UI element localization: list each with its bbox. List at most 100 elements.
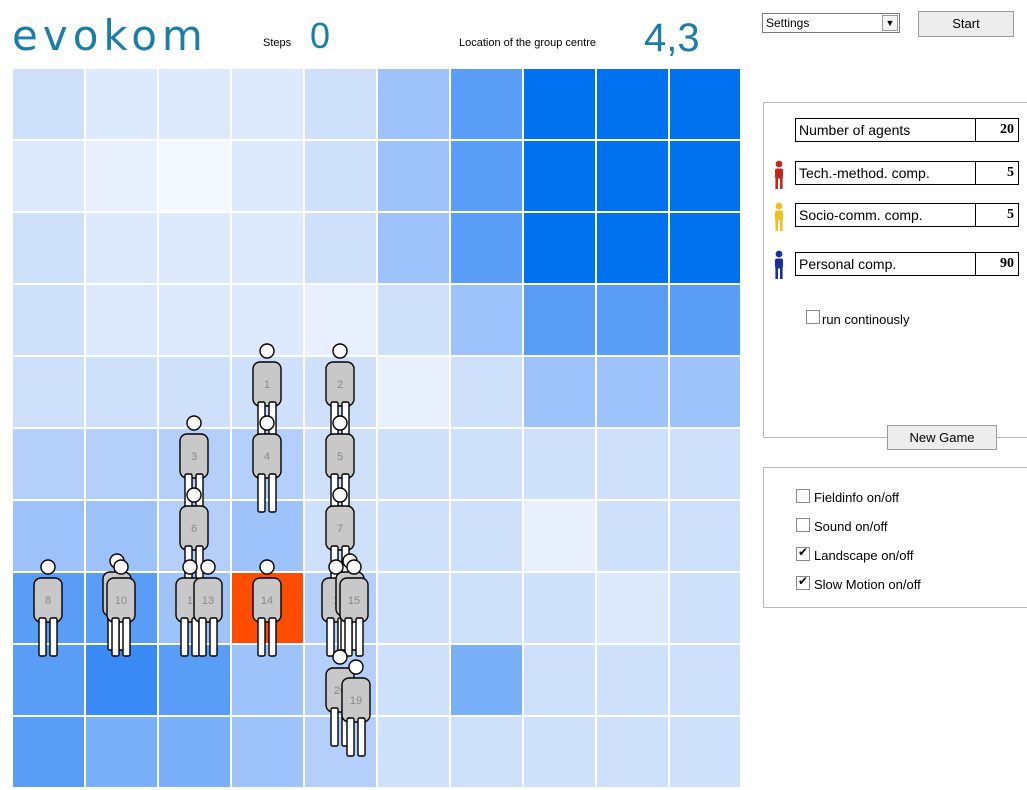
board-cell[interactable] <box>378 285 449 355</box>
board-cell[interactable] <box>524 69 595 139</box>
board-cell[interactable] <box>670 645 740 715</box>
board-cell[interactable] <box>670 429 740 499</box>
board-cell[interactable] <box>597 645 668 715</box>
board-cell[interactable] <box>670 573 740 643</box>
board-cell[interactable] <box>451 429 522 499</box>
board-cell[interactable] <box>670 285 740 355</box>
board-cell[interactable] <box>13 717 84 787</box>
board-cell[interactable] <box>13 429 84 499</box>
agent-icon[interactable]: 10 <box>104 558 138 658</box>
board-cell[interactable] <box>13 141 84 211</box>
board-cell[interactable] <box>159 717 230 787</box>
board-cell[interactable] <box>524 285 595 355</box>
board-cell[interactable] <box>597 573 668 643</box>
board-cell[interactable] <box>232 717 303 787</box>
agent-icon[interactable]: 8 <box>31 558 65 658</box>
board-cell[interactable] <box>159 213 230 283</box>
board-cell[interactable] <box>86 357 157 427</box>
board-cell[interactable] <box>378 501 449 571</box>
board-cell[interactable] <box>378 141 449 211</box>
board-cell[interactable] <box>451 645 522 715</box>
board-cell[interactable] <box>378 357 449 427</box>
board-cell[interactable] <box>13 357 84 427</box>
board-cell[interactable] <box>86 285 157 355</box>
board-cell[interactable] <box>305 141 376 211</box>
board-cell[interactable] <box>13 69 84 139</box>
board-cell[interactable] <box>670 717 740 787</box>
number-of-agents-value[interactable]: 20 <box>1000 122 1014 138</box>
start-button[interactable]: Start <box>918 11 1014 37</box>
board-cell[interactable] <box>451 213 522 283</box>
board-cell[interactable] <box>670 501 740 571</box>
board-cell[interactable] <box>378 717 449 787</box>
agent-icon[interactable]: 14 <box>250 558 284 658</box>
tech-method-comp-value[interactable]: 5 <box>1007 165 1014 181</box>
landscape-checkbox[interactable] <box>796 545 810 561</box>
board-cell[interactable] <box>159 69 230 139</box>
personal-comp-value[interactable]: 90 <box>1000 256 1014 272</box>
board-cell[interactable] <box>86 213 157 283</box>
board-cell[interactable] <box>86 141 157 211</box>
board-cell[interactable] <box>378 573 449 643</box>
board-cell[interactable] <box>378 213 449 283</box>
fieldinfo-checkbox[interactable] <box>796 489 810 503</box>
board-cell[interactable] <box>451 717 522 787</box>
board-cell[interactable] <box>86 69 157 139</box>
board-cell[interactable] <box>232 141 303 211</box>
agent-icon[interactable]: 4 <box>250 414 284 514</box>
new-game-button[interactable]: New Game <box>887 425 997 450</box>
board-cell[interactable] <box>86 717 157 787</box>
board-cell[interactable] <box>305 213 376 283</box>
board-cell[interactable] <box>159 285 230 355</box>
settings-dropdown[interactable]: Settings ▼ <box>762 13 900 33</box>
socio-comm-comp-field[interactable]: Socio-comm. comp. 5 <box>795 203 1019 227</box>
board-cell[interactable] <box>451 573 522 643</box>
sound-checkbox[interactable] <box>796 518 810 532</box>
board-cell[interactable] <box>670 141 740 211</box>
number-of-agents-field[interactable]: Number of agents 20 <box>795 118 1019 142</box>
game-board[interactable]: 1234567810113141152019 <box>12 68 740 790</box>
socio-comm-comp-value[interactable]: 5 <box>1007 207 1014 223</box>
personal-comp-field[interactable]: Personal comp. 90 <box>795 252 1019 276</box>
agent-icon[interactable]: 19 <box>339 658 373 758</box>
board-cell[interactable] <box>451 285 522 355</box>
board-cell[interactable] <box>597 357 668 427</box>
board-cell[interactable] <box>524 141 595 211</box>
board-cell[interactable] <box>378 429 449 499</box>
slow-motion-checkbox[interactable] <box>796 574 810 590</box>
board-cell[interactable] <box>86 429 157 499</box>
board-cell[interactable] <box>597 717 668 787</box>
board-cell[interactable] <box>451 69 522 139</box>
board-cell[interactable] <box>597 69 668 139</box>
agent-icon[interactable]: 13 <box>191 558 225 658</box>
board-cell[interactable] <box>159 141 230 211</box>
tech-method-comp-field[interactable]: Tech.-method. comp. 5 <box>795 161 1019 185</box>
board-cell[interactable] <box>451 141 522 211</box>
board-cell[interactable] <box>305 69 376 139</box>
board-cell[interactable] <box>524 501 595 571</box>
board-cell[interactable] <box>597 285 668 355</box>
board-cell[interactable] <box>597 429 668 499</box>
board-cell[interactable] <box>524 213 595 283</box>
board-cell[interactable] <box>232 213 303 283</box>
board-cell[interactable] <box>451 357 522 427</box>
board-cell[interactable] <box>451 501 522 571</box>
board-cell[interactable] <box>524 429 595 499</box>
board-cell[interactable] <box>597 213 668 283</box>
board-cell[interactable] <box>524 357 595 427</box>
board-cell[interactable] <box>524 645 595 715</box>
board-cell[interactable] <box>13 285 84 355</box>
board-cell[interactable] <box>378 69 449 139</box>
board-cell[interactable] <box>524 573 595 643</box>
board-cell[interactable] <box>232 69 303 139</box>
run-continuously-checkbox[interactable] <box>806 310 820 324</box>
board-cell[interactable] <box>670 213 740 283</box>
board-cell[interactable] <box>597 141 668 211</box>
agent-icon[interactable]: 15 <box>337 558 371 658</box>
board-cell[interactable] <box>670 357 740 427</box>
board-cell[interactable] <box>13 213 84 283</box>
board-cell[interactable] <box>524 717 595 787</box>
board-cell[interactable] <box>378 645 449 715</box>
board-cell[interactable] <box>670 69 740 139</box>
chevron-down-icon[interactable]: ▼ <box>882 15 898 31</box>
